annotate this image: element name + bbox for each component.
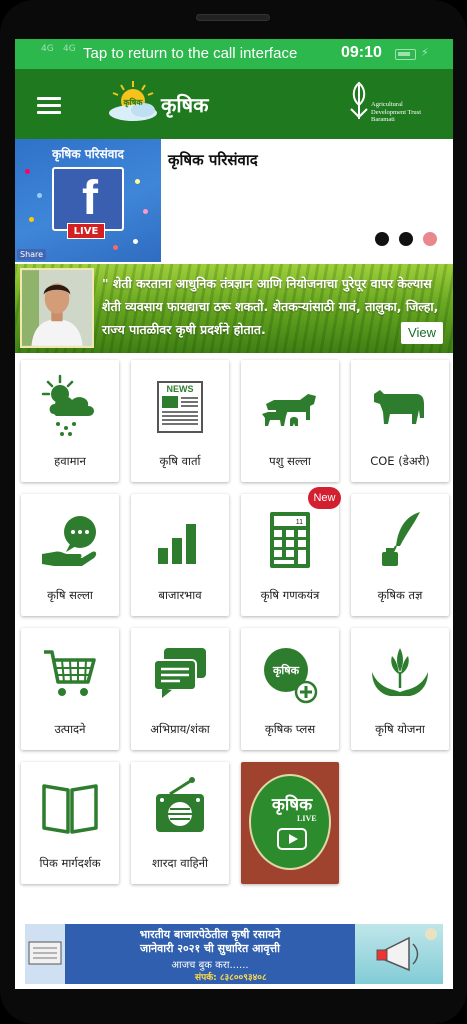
return-to-call-text[interactable]: Tap to return to the call interface bbox=[83, 45, 297, 62]
ad-line: जानेवारी २०२१ ची सुधारित आवृत्ती bbox=[140, 942, 280, 955]
tile-label: कृषि योजना bbox=[375, 722, 425, 736]
hands-wheat-icon bbox=[372, 648, 428, 696]
pager-dot-active[interactable] bbox=[423, 232, 437, 246]
status-bar[interactable]: 4G 4G Tap to return to the call interfac… bbox=[15, 39, 453, 69]
chat-icon bbox=[153, 648, 206, 698]
livestock-icon bbox=[262, 394, 316, 426]
book-image bbox=[25, 924, 65, 984]
app-title: कृषिक bbox=[161, 93, 209, 117]
tile-schemes[interactable]: कृषि योजना bbox=[351, 628, 449, 750]
megaphone-image bbox=[355, 924, 443, 984]
svg-text:कृषिक: कृषिक bbox=[272, 663, 300, 678]
tile-farm-advice[interactable]: कृषि सल्ला bbox=[21, 494, 119, 616]
tile-label: अभिप्राय/शंका bbox=[150, 722, 210, 736]
banner-thumbnail[interactable]: कृषिक परिसंवाद f LIVE Share bbox=[15, 139, 161, 262]
tile-label: हवामान bbox=[54, 454, 86, 468]
tile-market-price[interactable]: बाजारभाव bbox=[131, 494, 229, 616]
ad-contact: संपर्क: ८३८००९३४०८ bbox=[195, 973, 267, 983]
advertisement-banner[interactable]: भारतीय बाजारपेठेतील कृषी रसायने जानेवारी… bbox=[25, 923, 443, 985]
share-button[interactable]: Share bbox=[17, 249, 47, 260]
signal-indicator: 4G bbox=[63, 44, 76, 54]
tile-label: उत्पादने bbox=[54, 722, 86, 736]
phone-frame: 4G 4G Tap to return to the call interfac… bbox=[0, 0, 467, 1024]
tile-label: कृषि वार्ता bbox=[159, 454, 201, 468]
tile-label: कृषिक प्लस bbox=[264, 722, 316, 736]
quill-icon bbox=[382, 512, 420, 566]
menu-icon[interactable] bbox=[37, 97, 61, 114]
speaker-portrait bbox=[20, 268, 94, 348]
tile-news[interactable]: NEWS कृषि वार्ता bbox=[131, 360, 229, 482]
tile-label: पशु सल्ला bbox=[269, 454, 311, 468]
ad-line: भारतीय बाजारपेठेतील कृषी रसायने bbox=[139, 928, 281, 941]
new-badge: New bbox=[308, 487, 341, 509]
svg-text:कृषिक: कृषिक bbox=[123, 97, 144, 108]
calculator-icon: 11 bbox=[270, 512, 310, 568]
thumbnail-title: कृषिक परिसंवाद bbox=[52, 147, 124, 161]
svg-text:11: 11 bbox=[296, 519, 303, 526]
tile-krushik-plus[interactable]: कृषिक कृषिक प्लस bbox=[241, 628, 339, 750]
quote-banner: " शेती करताना आधुनिक तंत्रज्ञान आणि नियो… bbox=[15, 264, 453, 353]
cow-icon bbox=[374, 390, 424, 424]
view-button[interactable]: View bbox=[401, 322, 443, 344]
tile-products[interactable]: उत्पादने bbox=[21, 628, 119, 750]
live-badge: LIVE bbox=[67, 223, 105, 239]
play-icon bbox=[277, 828, 307, 850]
book-icon bbox=[42, 784, 98, 834]
tile-label: पिक मार्गदर्शक bbox=[39, 856, 101, 870]
charging-icon: ⚡ bbox=[421, 46, 429, 59]
ad-line: आजच बुक करा...... bbox=[171, 960, 249, 971]
status-time: 09:10 bbox=[341, 44, 382, 61]
tile-calculator[interactable]: 11 New कृषि गणकयंत्र bbox=[241, 487, 341, 616]
tile-feedback[interactable]: अभिप्राय/शंका bbox=[131, 628, 229, 750]
tile-label: कृषि गणकयंत्र bbox=[260, 588, 320, 602]
tile-label: कृषि सल्ला bbox=[47, 588, 93, 602]
battery-icon bbox=[395, 49, 416, 60]
tile-expert[interactable]: कृषिक तज्ञ bbox=[351, 494, 449, 616]
trust-logo-icon bbox=[350, 81, 368, 119]
trust-name: Agricultural Development Trust Baramati bbox=[371, 101, 422, 123]
advice-icon bbox=[42, 516, 97, 566]
newspaper-icon: NEWS bbox=[157, 381, 203, 433]
tile-label: बाजारभाव bbox=[158, 588, 202, 602]
pager-dot[interactable] bbox=[399, 232, 413, 246]
banner-carousel[interactable]: कृषिक परिसंवाद f LIVE Share कृषिक परिसंव… bbox=[15, 139, 453, 264]
tile-coe-dairy[interactable]: COE (डेअरी) bbox=[351, 360, 449, 482]
tile-crop-guide[interactable]: पिक मार्गदर्शक bbox=[21, 762, 119, 884]
krushik-logo-icon: कृषिक bbox=[109, 81, 157, 121]
ad-text-panel: भारतीय बाजारपेठेतील कृषी रसायने जानेवारी… bbox=[65, 924, 355, 984]
cart-icon bbox=[44, 650, 96, 696]
tile-sharda-radio[interactable]: शारदा वाहिनी bbox=[131, 762, 229, 884]
radio-icon bbox=[156, 777, 204, 832]
facebook-icon: f bbox=[52, 167, 124, 231]
app-screen: 4G 4G Tap to return to the call interfac… bbox=[15, 39, 453, 989]
signal-indicator: 4G bbox=[41, 44, 54, 54]
tile-weather[interactable]: हवामान bbox=[21, 360, 119, 482]
app-bar: कृषिक कृषिक Agricultural Development Tru… bbox=[15, 69, 453, 139]
krushik-live-icon: कृषिक LIVE bbox=[249, 774, 331, 870]
tile-label: कृषिक तज्ञ bbox=[377, 588, 423, 602]
quote-text: " शेती करताना आधुनिक तंत्रज्ञान आणि नियो… bbox=[102, 276, 439, 337]
earpiece-speaker bbox=[196, 14, 270, 21]
bar-chart-icon bbox=[158, 524, 196, 564]
pager-dot[interactable] bbox=[375, 232, 389, 246]
tile-label: COE (डेअरी) bbox=[370, 454, 430, 468]
krushik-plus-icon: कृषिक bbox=[264, 648, 318, 704]
svg-text:NEWS: NEWS bbox=[167, 384, 194, 394]
menu-grid: हवामान NEWS कृषि वार्ता पशु सल्ला COE (ड… bbox=[15, 353, 453, 893]
banner-title: कृषिक परिसंवाद bbox=[168, 151, 258, 169]
tile-krushik-live[interactable]: कृषिक LIVE bbox=[241, 762, 339, 884]
tile-animal-advice[interactable]: पशु सल्ला bbox=[241, 360, 339, 482]
tile-label: शारदा वाहिनी bbox=[151, 856, 209, 870]
weather-icon bbox=[41, 374, 94, 436]
